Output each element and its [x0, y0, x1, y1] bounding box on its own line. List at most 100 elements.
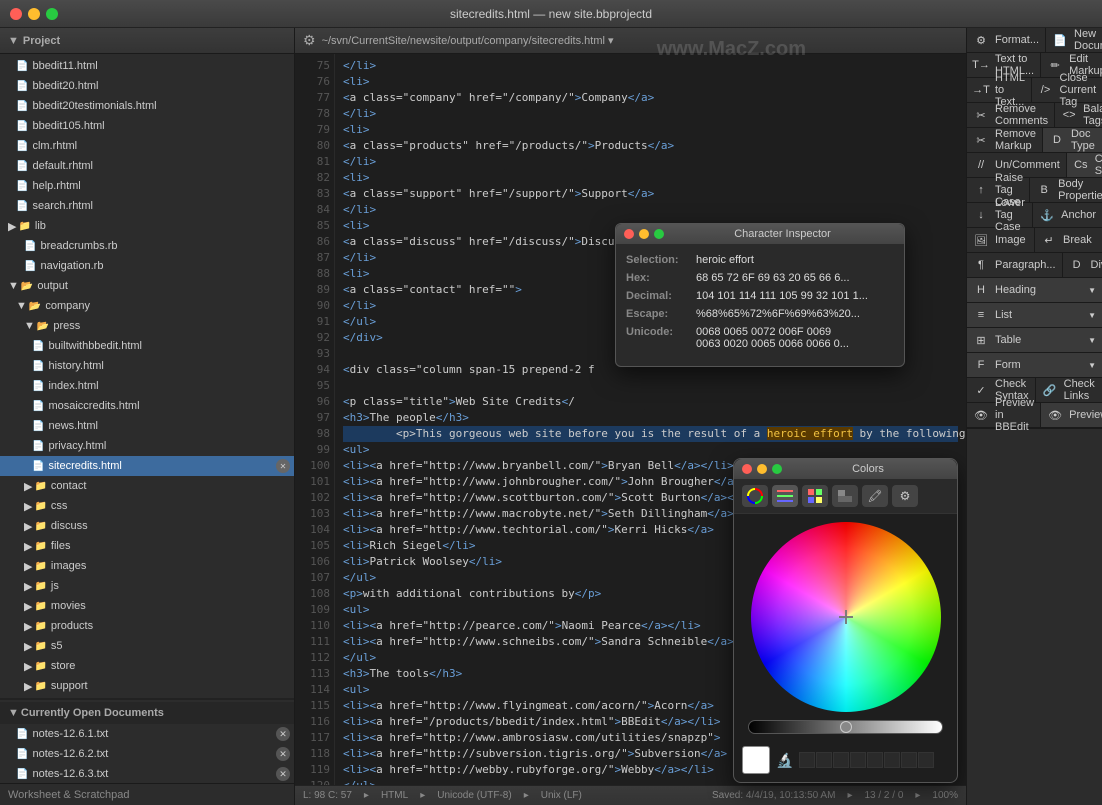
sidebar-item-files[interactable]: ▶ 📁 files [0, 536, 294, 556]
sidebar-item-bbedit20t[interactable]: 📄 bbedit20testimonials.html [0, 96, 294, 116]
sidebar-item-builtwithbbedit[interactable]: 📄 builtwithbbedit.html [0, 336, 294, 356]
remove-selected-icon[interactable]: ✕ [276, 459, 290, 473]
doc-type-dropdown[interactable]: D Doc Type ▼ [1043, 128, 1102, 152]
remove-comments-button[interactable]: ✂ Remove Comments [967, 103, 1055, 127]
html-file-icon: 📄 [32, 361, 44, 372]
sidebar-item-clm[interactable]: 📄 clm.rhtml [0, 136, 294, 156]
sidebar-item-support[interactable]: ▶ 📁 support [0, 676, 294, 696]
preview-bbedit-icon: 👁 [973, 407, 989, 423]
sidebar-item-store[interactable]: ▶ 📁 store [0, 656, 294, 676]
paragraph-button[interactable]: ¶ Paragraph... [967, 253, 1063, 277]
sidebar-item-default[interactable]: 📄 default.rhtml [0, 156, 294, 176]
sidebar-item-notes1263[interactable]: 📄 notes-12.6.3.txt ✕ [0, 764, 294, 783]
sidebar-item-bbedit20[interactable]: 📄 bbedit20.html [0, 76, 294, 96]
swatch-cell[interactable] [816, 752, 832, 768]
minimize-button[interactable] [28, 8, 40, 20]
eyedropper-icon[interactable]: 🔬 [776, 752, 793, 769]
char-inspector-max[interactable] [654, 229, 664, 239]
color-custom-btn[interactable]: ⚙ [892, 485, 918, 507]
swatch-cell[interactable] [901, 752, 917, 768]
swatch-cell[interactable] [867, 752, 883, 768]
char-inspector-close[interactable] [624, 229, 634, 239]
sidebar-item-movies[interactable]: ▶ 📁 movies [0, 596, 294, 616]
sidebar-item-index[interactable]: 📄 index.html [0, 376, 294, 396]
settings-icon[interactable]: ⚙ [303, 32, 316, 49]
preview-in-bbedit-button[interactable]: 👁 Preview in BBEdit [967, 403, 1041, 427]
sidebar-item-privacy[interactable]: 📄 privacy.html [0, 436, 294, 456]
sidebar-item-js[interactable]: ▶ 📁 js [0, 576, 294, 596]
rb-file-icon: 📄 [24, 261, 36, 272]
color-crayons-btn[interactable]: 🖍 [862, 485, 888, 507]
body-properties-button[interactable]: B Body Properties... [1030, 178, 1102, 202]
sidebar-item-products[interactable]: ▶ 📁 products [0, 616, 294, 636]
check-links-button[interactable]: 🔗 Check Links [1036, 378, 1102, 402]
swatch-cell[interactable] [833, 752, 849, 768]
sidebar-item-notes1262[interactable]: 📄 notes-12.6.2.txt ✕ [0, 744, 294, 764]
break-button[interactable]: ↵ Break [1035, 228, 1102, 252]
character-set-dropdown[interactable]: Cs Character Set ▼ [1067, 153, 1102, 177]
sidebar-item-bbedit105[interactable]: 📄 bbedit105.html [0, 116, 294, 136]
selected-color-swatch[interactable] [742, 746, 770, 774]
txt-file-icon: 📄 [16, 749, 28, 760]
sidebar-item-css[interactable]: ▶ 📁 css [0, 496, 294, 516]
sidebar-item-news[interactable]: 📄 news.html [0, 416, 294, 436]
colors-min[interactable] [757, 464, 767, 474]
html-to-text-button[interactable]: →T HTML to Text... [967, 78, 1032, 102]
sidebar-item-images[interactable]: ▶ 📁 images [0, 556, 294, 576]
sidebar-item-lib[interactable]: ▶ 📁 lib [0, 216, 294, 236]
sidebar-item-output[interactable]: ▼ 📂 output [0, 276, 294, 296]
image-button[interactable]: 🖼 Image [967, 228, 1035, 252]
color-wheel-btn[interactable] [742, 485, 768, 507]
close-button[interactable] [10, 8, 22, 20]
format-button[interactable]: ⚙ Format... [967, 28, 1046, 52]
color-wheel[interactable] [751, 522, 941, 712]
sidebar-item-sitecredits[interactable]: 📄 sitecredits.html ✕ [0, 456, 294, 476]
maximize-button[interactable] [46, 8, 58, 20]
heading-dropdown[interactable]: H Heading ▼ [967, 278, 1102, 302]
table-dropdown[interactable]: ⊞ Table ▼ [967, 328, 1102, 352]
form-dropdown[interactable]: F Form ▼ [967, 353, 1102, 377]
brightness-slider[interactable] [748, 720, 943, 734]
sidebar-tree[interactable]: 📄 bbedit11.html 📄 bbedit20.html 📄 bbedit… [0, 54, 294, 783]
sidebar-item-s5[interactable]: ▶ 📁 s5 [0, 636, 294, 656]
close-current-tag-button[interactable]: /> Close Current Tag [1032, 78, 1102, 102]
remove-markup-button[interactable]: ✂ Remove Markup [967, 128, 1043, 152]
remove-file-button[interactable]: ✕ [276, 747, 290, 761]
swatch-cell[interactable] [918, 752, 934, 768]
sidebar-item-bbedit11[interactable]: 📄 bbedit11.html [0, 56, 294, 76]
swatch-cell[interactable] [884, 752, 900, 768]
sidebar-item-notes1261[interactable]: 📄 notes-12.6.1.txt ✕ [0, 724, 294, 744]
sidebar-item-search[interactable]: 📄 search.rhtml [0, 196, 294, 216]
lower-tag-case-button[interactable]: ↓ Lower Tag Case [967, 203, 1033, 227]
sidebar-item-company[interactable]: ▼ 📂 company [0, 296, 294, 316]
new-document-button[interactable]: 📄 New Document [1046, 28, 1102, 52]
anchor-button[interactable]: ⚓ Anchor [1033, 203, 1102, 227]
colors-close[interactable] [742, 464, 752, 474]
swatch-cell[interactable] [850, 752, 866, 768]
list-dropdown[interactable]: ≡ List ▼ [967, 303, 1102, 327]
color-image-palettes-btn[interactable] [832, 485, 858, 507]
char-escape-label: Escape: [626, 308, 696, 320]
sidebar-item-mosaiccredits[interactable]: 📄 mosaiccredits.html [0, 396, 294, 416]
code-line [343, 378, 958, 394]
colors-max[interactable] [772, 464, 782, 474]
color-palettes-btn[interactable] [802, 485, 828, 507]
traffic-lights[interactable] [10, 8, 58, 20]
sidebar-item-press[interactable]: ▼ 📂 press [0, 316, 294, 336]
brightness-slider-thumb[interactable] [840, 721, 852, 733]
color-sliders-btn[interactable] [772, 485, 798, 507]
remove-file-button[interactable]: ✕ [276, 727, 290, 741]
sidebar-item-contact[interactable]: ▶ 📁 contact [0, 476, 294, 496]
remove-file-button[interactable]: ✕ [276, 767, 290, 781]
sidebar-item-breadcrumbs[interactable]: 📄 breadcrumbs.rb [0, 236, 294, 256]
balance-tags-button[interactable]: <> Balance Tags [1055, 103, 1102, 127]
sidebar-item-discuss[interactable]: ▶ 📁 discuss [0, 516, 294, 536]
sidebar-item-history[interactable]: 📄 history.html [0, 356, 294, 376]
color-wheel-gradient[interactable] [751, 522, 941, 712]
sidebar-item-help[interactable]: 📄 help.rhtml [0, 176, 294, 196]
char-inspector-min[interactable] [639, 229, 649, 239]
sidebar-item-navigation[interactable]: 📄 navigation.rb [0, 256, 294, 276]
preview-dropdown[interactable]: 👁 Preview ▼ [1041, 403, 1102, 427]
div-button[interactable]: D Div... [1063, 253, 1102, 277]
swatch-cell[interactable] [799, 752, 815, 768]
